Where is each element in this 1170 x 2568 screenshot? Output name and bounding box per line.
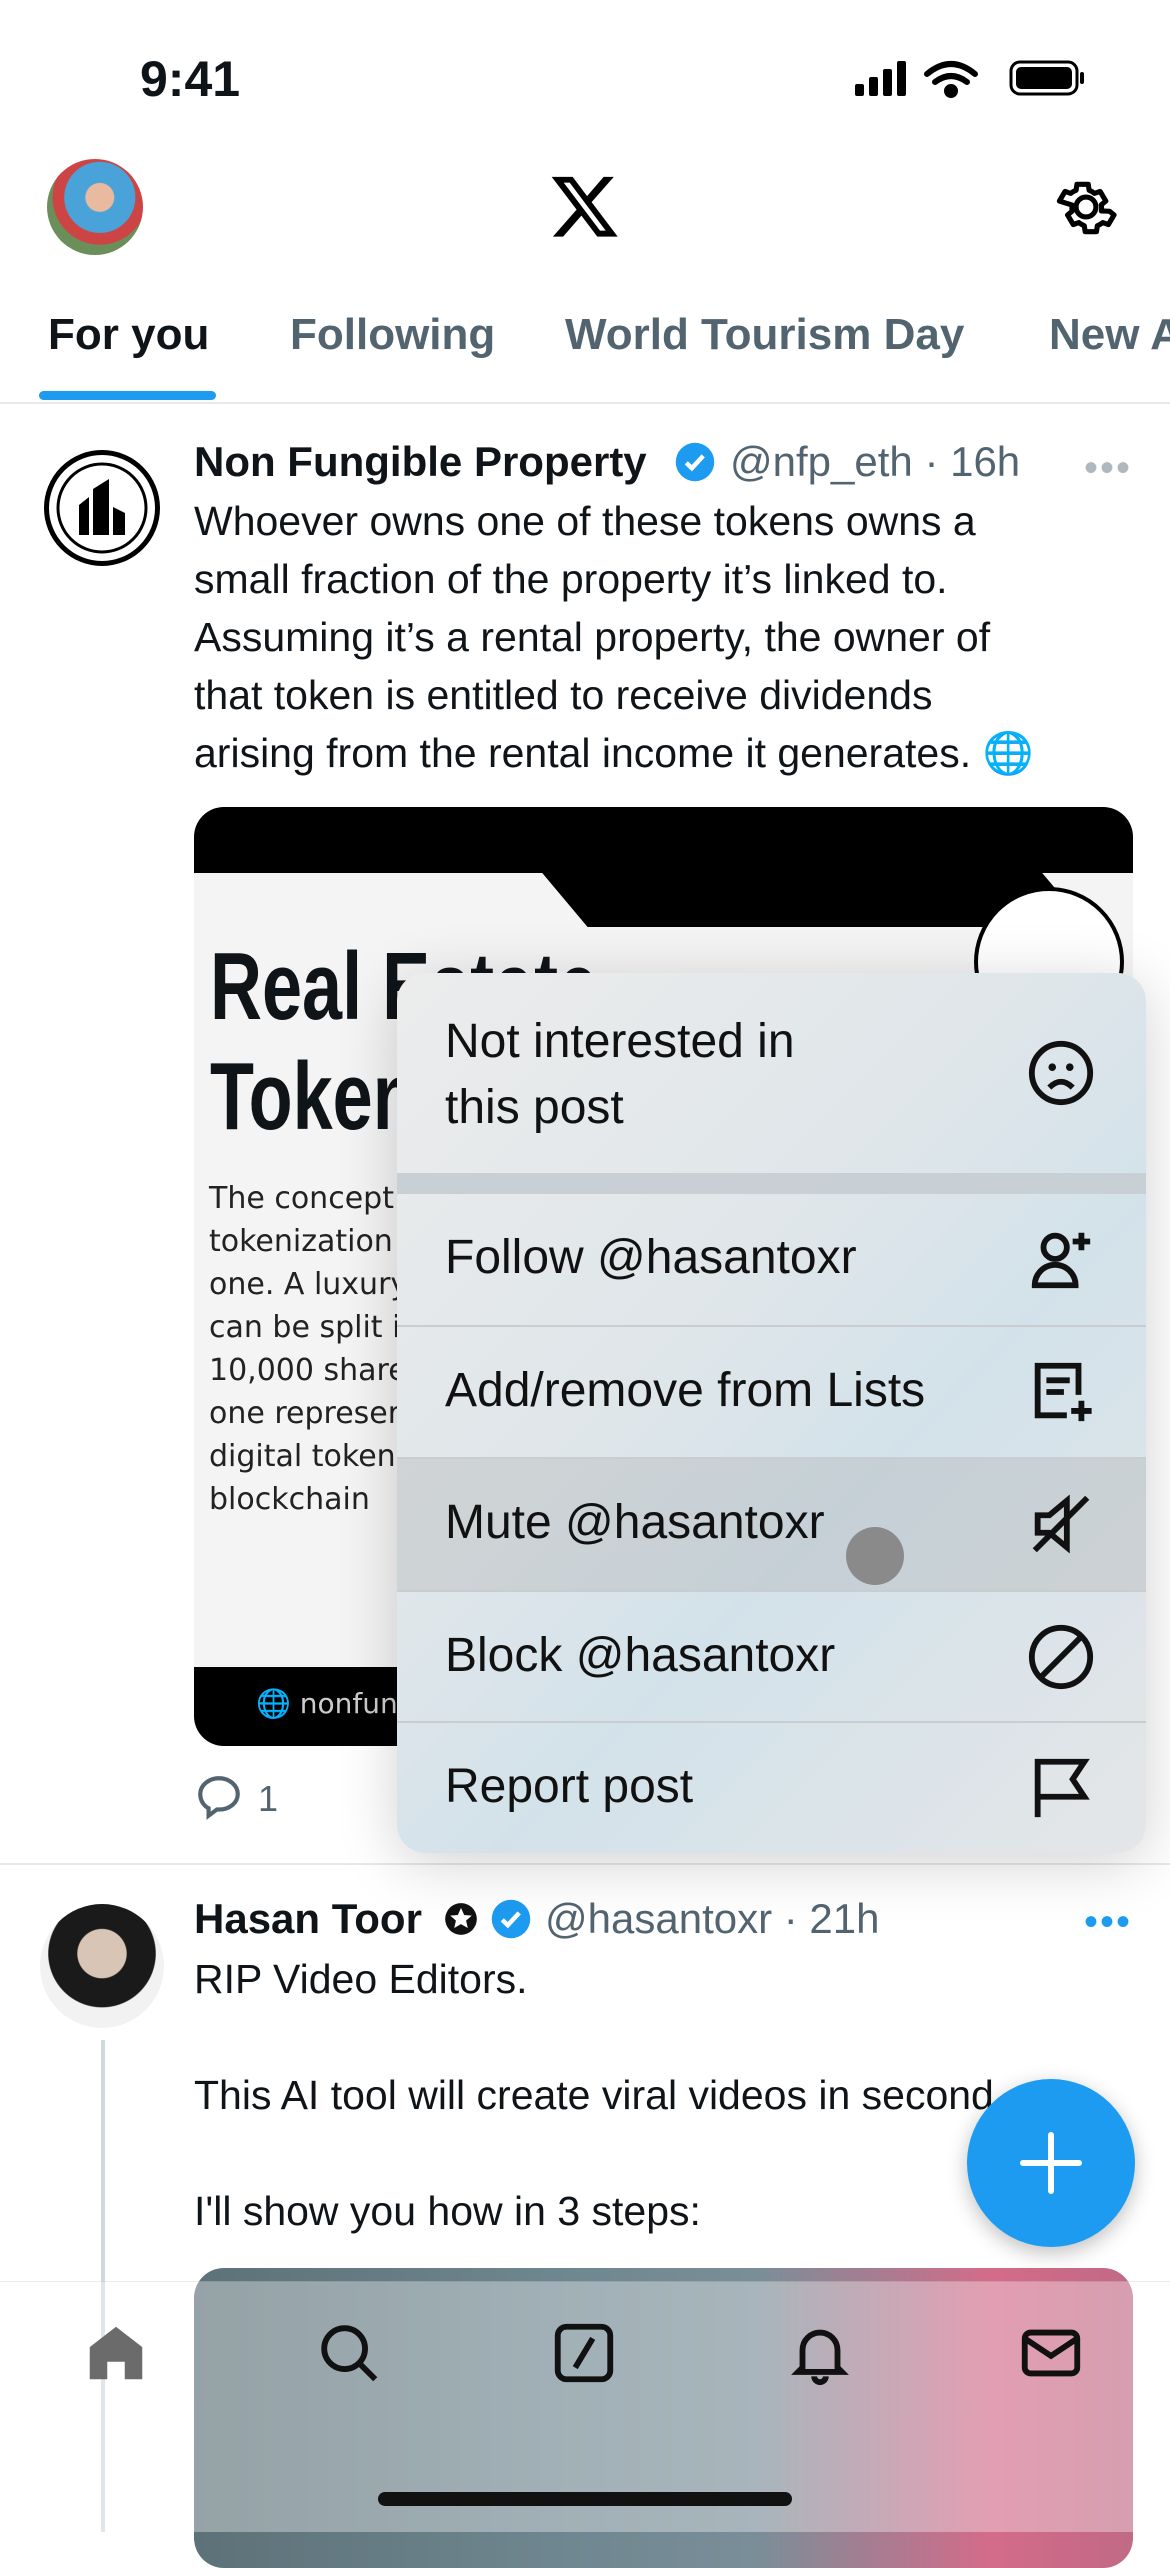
post-body-line: I'll show you how in 3 steps: (194, 2188, 701, 2234)
post-body-line: RIP Video Editors. (194, 1956, 528, 2002)
post-author-name[interactable]: Hasan Toor (194, 1895, 422, 1943)
menu-item-lists[interactable]: Add/remove from Lists (397, 1325, 1146, 1457)
signal-icon (855, 61, 906, 96)
mail-icon[interactable] (1016, 2318, 1086, 2388)
post-handle[interactable]: @nfp_eth (730, 438, 913, 485)
menu-item-label: Not interested in (445, 1015, 795, 1068)
grok-icon[interactable] (549, 2318, 619, 2388)
search-icon[interactable] (314, 2318, 384, 2388)
wifi-icon (924, 61, 978, 98)
menu-item-label: Mute @hasantoxr (445, 1496, 825, 1549)
x-logo-icon[interactable] (548, 170, 622, 242)
post-body-line: that token is entitled to receive divide… (194, 672, 933, 718)
post-options-menu: Not interested in this post Follow @hasan… (397, 973, 1146, 1853)
post-body-line: arising from the rental income it genera… (194, 730, 1034, 776)
menu-item-label: Follow @hasantoxr (445, 1231, 857, 1284)
post-time: · 21h (783, 1895, 880, 1942)
profile-avatar[interactable] (47, 159, 143, 255)
verified-badge-icon (491, 1899, 531, 1939)
menu-item-label: Report post (445, 1760, 694, 1813)
menu-item-block[interactable]: Block @hasantoxr (397, 1590, 1146, 1721)
building-logo-icon (56, 462, 148, 554)
status-icons (855, 60, 1084, 98)
post-time: · 16h (924, 438, 1021, 485)
reply-count: 1 (258, 1778, 279, 1819)
post-body-line: This AI tool will create viral videos in… (194, 2072, 994, 2118)
menu-item-label: this post (445, 1081, 624, 1134)
post-body-line: small fraction of the property it’s link… (194, 556, 948, 602)
mute-icon (1032, 1494, 1090, 1554)
timeline-tabs: For you Following World Tourism Day New … (0, 300, 1170, 404)
tab-for-you[interactable]: For you (48, 310, 209, 360)
status-time: 9:41 (140, 51, 241, 107)
plus-icon (1020, 2132, 1082, 2194)
menu-section-divider (397, 1173, 1146, 1194)
card-text: The concept tokenization one. A luxury can … (209, 1181, 409, 1517)
home-indicator (378, 2492, 792, 2506)
post-divider (0, 1863, 1170, 1865)
bell-icon[interactable] (785, 2318, 855, 2388)
follow-user-icon (1031, 1232, 1091, 1289)
touch-indicator (846, 1527, 904, 1585)
sad-face-icon (1028, 1040, 1094, 1106)
menu-item-not-interested[interactable]: Not interested in this post (397, 973, 1146, 1173)
menu-item-report[interactable]: Report post (397, 1721, 1146, 1853)
menu-item-label: Add/remove from Lists (445, 1364, 926, 1417)
post-handle[interactable]: @hasantoxr (545, 1895, 772, 1942)
tab-world-tourism-day[interactable]: World Tourism Day (565, 310, 964, 360)
tab-following[interactable]: Following (290, 310, 495, 360)
post-body: Whoever owns one of these tokens owns a … (194, 492, 1034, 782)
post-body-line: Assuming it’s a rental property, the own… (194, 614, 991, 660)
post-avatar[interactable] (44, 450, 160, 566)
menu-item-label: Block @hasantoxr (445, 1629, 836, 1682)
verified-badge-icon (675, 442, 715, 482)
affiliate-badge-icon (445, 1903, 477, 1935)
post-author-name[interactable]: Non Fungible Property (194, 438, 647, 486)
more-options-button[interactable]: ••• (1084, 1900, 1132, 1945)
post-avatar[interactable] (40, 1904, 164, 2028)
compose-post-button[interactable] (967, 2079, 1135, 2247)
more-options-button[interactable]: ••• (1084, 446, 1132, 491)
active-tab-indicator (39, 391, 216, 400)
gear-icon[interactable] (1052, 173, 1120, 241)
flag-icon (1034, 1758, 1090, 1818)
block-icon (1028, 1624, 1094, 1690)
home-icon[interactable] (81, 2318, 151, 2388)
tab-new[interactable]: New A (1049, 310, 1170, 360)
battery-icon (1009, 60, 1084, 96)
reply-icon[interactable] (194, 1772, 244, 1822)
menu-item-mute[interactable]: Mute @hasantoxr (397, 1457, 1146, 1590)
list-add-icon (1034, 1362, 1092, 1422)
menu-item-follow[interactable]: Follow @hasantoxr (397, 1194, 1146, 1325)
post-body-line: Whoever owns one of these tokens owns a (194, 498, 976, 544)
